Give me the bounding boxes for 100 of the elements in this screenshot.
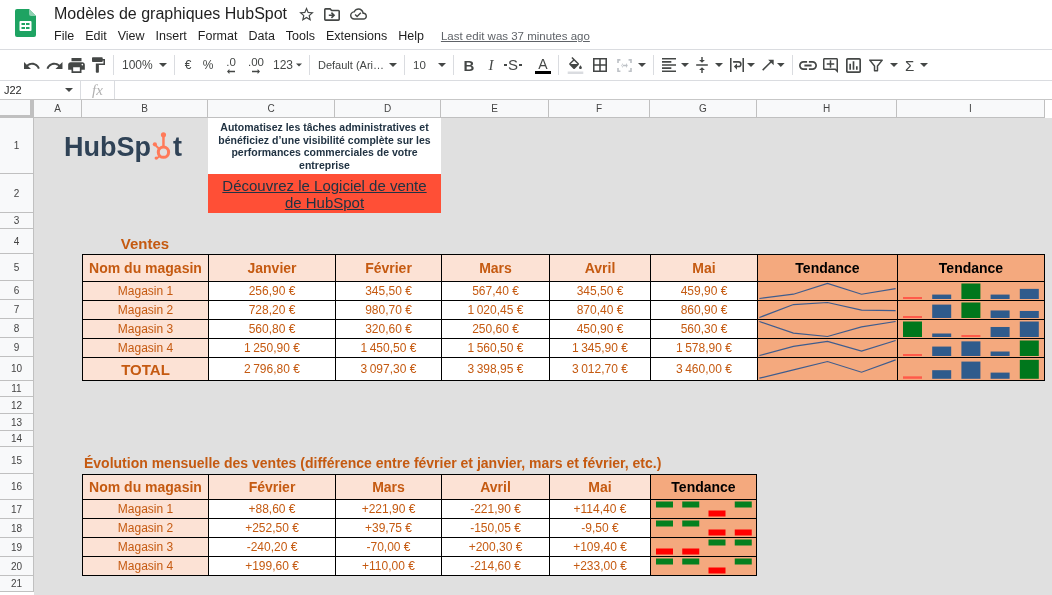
- vertical-align-icon: [696, 57, 708, 73]
- menu-item[interactable]: Data: [248, 29, 275, 43]
- percent-format-button[interactable]: %: [197, 53, 219, 77]
- text-color-button[interactable]: A: [532, 53, 554, 77]
- functions-dropdown[interactable]: Σ: [901, 53, 931, 77]
- menu-item[interactable]: File: [54, 29, 75, 43]
- column-header[interactable]: C: [208, 100, 335, 118]
- menu-item[interactable]: Insert: [155, 29, 187, 43]
- table-cell: +233,00 €: [550, 557, 650, 575]
- table-cell: +109,40 €: [550, 538, 650, 556]
- row-header[interactable]: 7: [0, 300, 34, 319]
- italic-button[interactable]: I: [480, 53, 502, 77]
- table-cell: 567,40 €: [442, 282, 549, 300]
- column-header[interactable]: A: [34, 100, 82, 118]
- total-label-cell: TOTAL: [83, 358, 208, 380]
- column-header[interactable]: H: [757, 100, 897, 118]
- last-edit-link[interactable]: Last edit was 37 minutes ago: [440, 30, 590, 42]
- spreadsheet-logo-icon[interactable]: [15, 9, 36, 37]
- increase-decimals-button[interactable]: .00: [243, 53, 269, 77]
- row-header[interactable]: 8: [0, 319, 34, 338]
- row-header[interactable]: 21: [0, 576, 34, 592]
- table-cell: -221,90 €: [442, 500, 549, 518]
- store-name-cell: Magasin 3: [83, 320, 208, 338]
- table-cell: 870,40 €: [550, 301, 650, 319]
- table-cell: +110,00 €: [336, 557, 441, 575]
- number-format-dropdown[interactable]: 123: [269, 53, 305, 77]
- row-header[interactable]: 9: [0, 338, 34, 357]
- menu-item[interactable]: Extensions: [326, 29, 388, 43]
- font-size-dropdown[interactable]: 10: [409, 53, 449, 77]
- section-title: Ventes: [120, 235, 170, 252]
- redo-icon[interactable]: [45, 61, 63, 69]
- column-header[interactable]: B: [82, 100, 208, 118]
- table-cell: 728,20 €: [209, 301, 335, 319]
- table-header-cell: Nom du magasin: [83, 255, 208, 281]
- row-header[interactable]: 10: [0, 357, 34, 381]
- link-icon[interactable]: [799, 60, 817, 70]
- promo-link[interactable]: Découvrez le Logiciel de vente de HubSpot: [216, 176, 433, 211]
- column-header[interactable]: G: [650, 100, 757, 118]
- paint-bucket-icon[interactable]: [566, 56, 584, 74]
- row-header[interactable]: 14: [0, 431, 34, 447]
- table-cell: +221,90 €: [336, 500, 441, 518]
- strikethrough-button[interactable]: S: [502, 53, 524, 77]
- menu-item[interactable]: Format: [197, 29, 238, 43]
- star-icon[interactable]: [299, 7, 315, 21]
- table-header-cell: Mars: [336, 475, 441, 499]
- row-header[interactable]: 2: [0, 174, 34, 213]
- row-header[interactable]: 20: [0, 557, 34, 576]
- table-header-cell: Mai: [550, 475, 650, 499]
- cloud-check-icon[interactable]: [350, 8, 368, 20]
- table-cell: 1 345,90 €: [550, 339, 650, 357]
- row-header[interactable]: 19: [0, 538, 34, 557]
- print-icon[interactable]: [67, 57, 85, 73]
- font-dropdown[interactable]: Default (Ari…: [314, 53, 400, 77]
- column-header[interactable]: I: [897, 100, 1045, 118]
- document-title[interactable]: Modèles de graphiques HubSpot: [54, 5, 288, 23]
- store-name-cell: Magasin 4: [83, 339, 208, 357]
- table-cell: +88,60 €: [209, 500, 335, 518]
- table-cell: +114,40 €: [550, 500, 650, 518]
- undo-icon[interactable]: [23, 61, 41, 69]
- menu-item[interactable]: Tools: [285, 29, 316, 43]
- caret-icon: [296, 63, 302, 67]
- bar-chart-icon[interactable]: [845, 57, 861, 73]
- row-header[interactable]: 1: [0, 118, 34, 174]
- row-header[interactable]: 3: [0, 213, 34, 229]
- caret-icon: [389, 63, 397, 67]
- zoom-dropdown[interactable]: 100%: [118, 53, 170, 77]
- row-header[interactable]: 11: [0, 381, 34, 397]
- currency-format-button[interactable]: €: [179, 53, 197, 77]
- comment-plus-icon[interactable]: [822, 57, 838, 73]
- align-left-icon: [662, 58, 676, 72]
- row-header[interactable]: 13: [0, 414, 34, 431]
- store-name-cell: Magasin 3: [83, 538, 208, 556]
- decrease-decimals-button[interactable]: .0: [219, 53, 243, 77]
- column-header[interactable]: F: [549, 100, 650, 118]
- table-header-cell: Tendance: [898, 255, 1044, 281]
- caret-icon: [715, 63, 723, 67]
- column-header[interactable]: E: [441, 100, 549, 118]
- grid-icon[interactable]: [593, 58, 607, 72]
- logo-wordmark: HubSp: [64, 133, 151, 161]
- row-header[interactable]: 5: [0, 254, 34, 281]
- row-header[interactable]: 4: [0, 229, 34, 254]
- folder-arrow-icon[interactable]: [324, 7, 341, 21]
- bold-button[interactable]: B: [458, 53, 480, 77]
- table-header-cell: Avril: [550, 255, 650, 281]
- row-header[interactable]: 12: [0, 397, 34, 414]
- row-header[interactable]: 18: [0, 519, 34, 538]
- row-header[interactable]: 17: [0, 500, 34, 519]
- paint-roller-icon[interactable]: [91, 57, 105, 73]
- table-cell: 3 097,30 €: [336, 358, 441, 380]
- column-header[interactable]: D: [335, 100, 441, 118]
- menu-item[interactable]: View: [117, 29, 145, 43]
- row-header[interactable]: 16: [0, 474, 34, 500]
- row-header[interactable]: 15: [0, 447, 34, 474]
- name-box[interactable]: J22: [0, 81, 81, 99]
- row-header[interactable]: 6: [0, 281, 34, 300]
- table-cell: 459,90 €: [651, 282, 757, 300]
- text-wrap-icon: [730, 58, 744, 72]
- menu-item[interactable]: Help: [398, 29, 424, 43]
- table-cell: 980,70 €: [336, 301, 441, 319]
- menu-item[interactable]: Edit: [85, 29, 107, 43]
